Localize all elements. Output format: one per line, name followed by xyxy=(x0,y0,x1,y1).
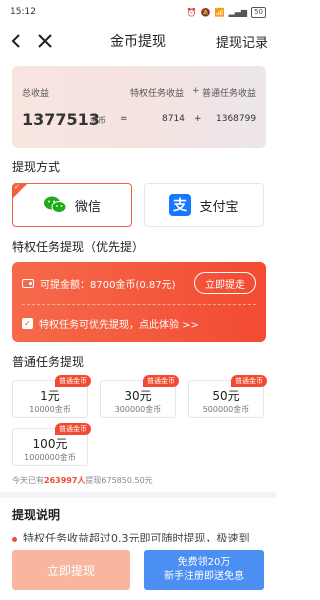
alipay-label: 支付宝 xyxy=(199,199,239,215)
amount-coins: 500000金币 xyxy=(202,405,250,414)
vip-earnings-value: 8714 xyxy=(162,114,185,124)
amount-badge: 普通金币 xyxy=(55,375,91,387)
today-count: 263997人 xyxy=(44,476,86,485)
alarm-icon: ⏰ xyxy=(186,7,197,17)
withdraw-record-link[interactable]: 提现记录 xyxy=(216,32,268,51)
total-earnings-label: 总收益 xyxy=(22,89,50,99)
amount-option-30[interactable]: 普通金币 30元 300000金币 xyxy=(100,375,179,418)
free-loan-line1: 免费领20万 xyxy=(177,557,231,568)
vip-tip-link[interactable]: ✓ 特权任务可优先提现，点此体验 >> xyxy=(22,316,199,331)
amount-value: 50元 xyxy=(212,389,240,403)
nav-bar: 金币提现 提现记录 xyxy=(0,24,276,58)
checkbox-icon: ✓ xyxy=(22,318,33,329)
today-prefix: 今天已有 xyxy=(12,476,44,485)
earnings-card: 总收益 特权任务收益 + 普通任务收益 1377513 金币 = 8714 + … xyxy=(12,66,266,148)
amount-value: 30元 xyxy=(124,389,152,403)
alipay-icon: 支 xyxy=(169,194,192,216)
vip-card: 可提金额：8700金币(0.87元) 立即提走 ✓ 特权任务可优先提现，点此体验… xyxy=(12,262,266,342)
equals-sign: = xyxy=(120,114,128,124)
vip-available-amount: 可提金额：8700金币(0.87元) xyxy=(40,280,176,291)
free-loan-line2: 新手注册即送免息 xyxy=(164,571,244,582)
wifi-icon: 📶 xyxy=(214,7,225,17)
wechat-icon xyxy=(43,196,67,213)
amount-option-100[interactable]: 普通金币 100元 1000000金币 xyxy=(12,423,91,466)
normal-earnings-value: 1368799 xyxy=(216,114,257,124)
amount-coins: 10000金币 xyxy=(29,405,71,414)
status-time: 15:12 xyxy=(10,7,36,17)
withdraw-now-button[interactable]: 立即提走 xyxy=(194,272,256,294)
amount-value: 100元 xyxy=(32,437,68,451)
explain-title: 提现说明 xyxy=(12,508,61,522)
dashed-divider xyxy=(22,304,256,305)
bottom-bar: 立即提现 免费领20万 新手注册即送免息 xyxy=(0,542,276,600)
normal-earnings-label: 普通任务收益 xyxy=(202,89,257,99)
today-suffix: 提现675850.50元 xyxy=(85,476,153,485)
mute-icon: 🔕 xyxy=(200,7,211,17)
plus-sign-2: + xyxy=(194,114,202,124)
svg-text:支: 支 xyxy=(172,197,188,214)
plus-sign: + xyxy=(192,86,200,96)
method-title: 提现方式 xyxy=(12,160,61,174)
status-icons: ⏰ 🔕 📶 ▂▄▆ 50 xyxy=(186,6,266,18)
vip-available-row: 可提金额：8700金币(0.87元) xyxy=(22,276,176,291)
wallet-icon xyxy=(22,279,34,288)
today-stats: 今天已有263997人提现675850.50元 xyxy=(12,475,153,486)
battery-icon: 50 xyxy=(251,6,266,18)
free-loan-button[interactable]: 免费领20万 新手注册即送免息 xyxy=(144,550,264,590)
amount-value: 1元 xyxy=(40,389,60,403)
alipay-option[interactable]: 支 支付宝 xyxy=(144,183,264,227)
amount-option-50[interactable]: 普通金币 50元 500000金币 xyxy=(188,375,267,418)
amount-coins: 1000000金币 xyxy=(24,453,76,462)
amount-coins: 300000金币 xyxy=(114,405,162,414)
amount-badge: 普通金币 xyxy=(231,375,267,387)
vip-tip-text: 特权任务可优先提现，点此体验 >> xyxy=(39,320,199,331)
vip-section-title: 特权任务提现（优先提） xyxy=(12,240,145,254)
amount-badge: 普通金币 xyxy=(55,423,91,435)
vip-earnings-label: 特权任务收益 xyxy=(130,89,185,99)
explain-line: 特权任务收益超过0.3元即可随时提现，极速到 xyxy=(12,530,272,542)
check-icon: ✓ xyxy=(14,183,20,191)
bullet-dot xyxy=(12,536,17,542)
total-earnings-value: 1377513 xyxy=(22,110,100,129)
explain-text: 特权任务收益超过0.3元即可随时提现，极速到 xyxy=(23,532,250,542)
coin-unit: 金币 xyxy=(90,116,106,125)
amount-badge: 普通金币 xyxy=(143,375,179,387)
section-divider xyxy=(0,492,276,498)
normal-section-title: 普通任务提现 xyxy=(12,355,85,369)
wechat-label: 微信 xyxy=(74,199,101,215)
wechat-option[interactable]: ✓ 微信 xyxy=(12,183,132,227)
amount-option-1[interactable]: 普通金币 1元 10000金币 xyxy=(12,375,91,418)
withdraw-button[interactable]: 立即提现 xyxy=(12,550,130,590)
status-bar: 15:12 ⏰ 🔕 📶 ▂▄▆ 50 xyxy=(0,0,276,24)
signal-icon: ▂▄▆ xyxy=(228,7,248,17)
